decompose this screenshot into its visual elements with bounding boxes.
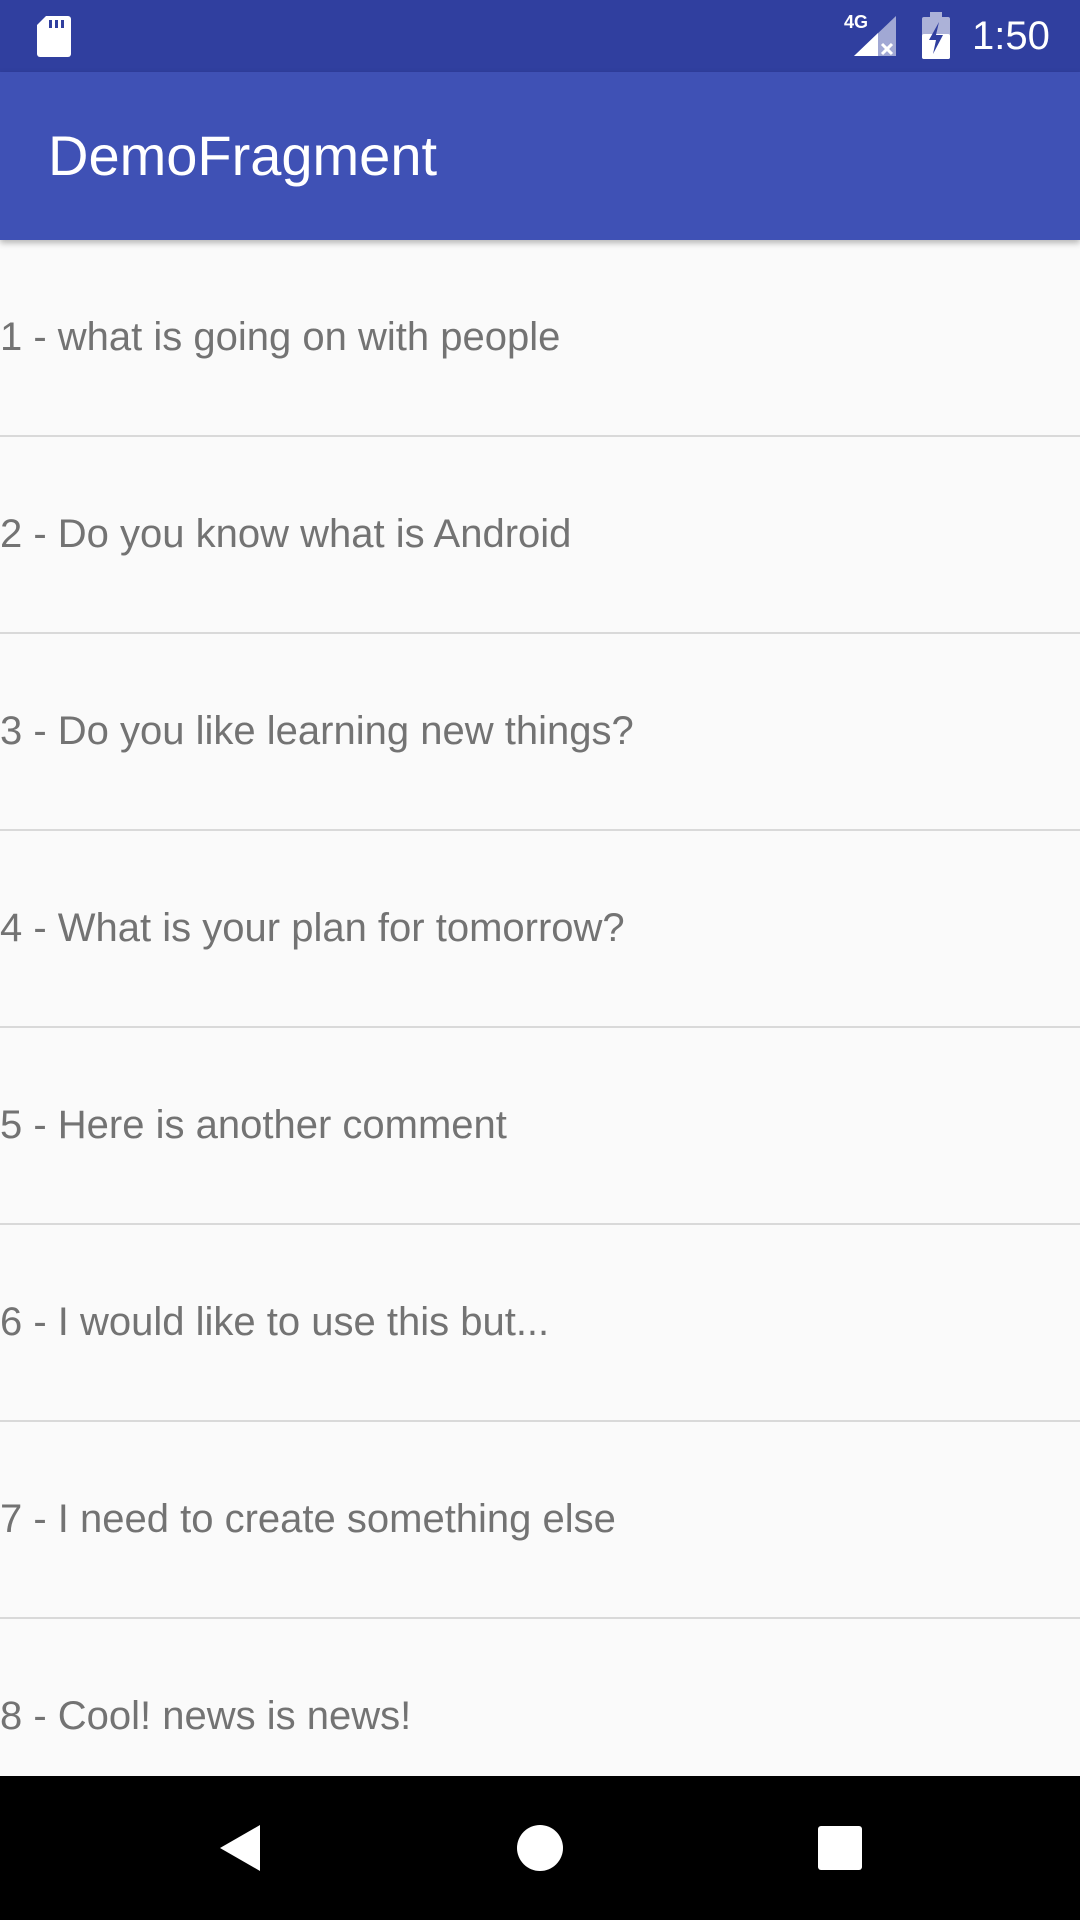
recents-icon xyxy=(818,1826,862,1870)
toolbar-title: DemoFragment xyxy=(48,124,438,187)
back-button[interactable] xyxy=(204,1812,276,1884)
list-item[interactable]: 3 - Do you like learning new things? xyxy=(0,634,1080,831)
list-item-label: 8 - Cool! news is news! xyxy=(0,1694,412,1738)
status-bar: 4G 1:50 xyxy=(0,0,1080,72)
list-item-label: 1 - what is going on with people xyxy=(0,315,561,359)
sd-card-icon xyxy=(37,16,71,57)
signal-icon: 4G xyxy=(844,12,896,56)
recents-button[interactable] xyxy=(804,1812,876,1884)
list-item[interactable]: 7 - I need to create something else xyxy=(0,1422,1080,1619)
app-toolbar: DemoFragment xyxy=(0,72,1080,240)
list-item[interactable]: 5 - Here is another comment xyxy=(0,1028,1080,1225)
home-icon xyxy=(517,1825,563,1871)
list-item-label: 7 - I need to create something else xyxy=(0,1497,616,1541)
app-screen: 4G 1:50 DemoFragment 1 - what is going o… xyxy=(0,0,1080,1920)
list-item-label: 5 - Here is another comment xyxy=(0,1103,507,1147)
system-nav-bar xyxy=(0,1776,1080,1920)
status-clock: 1:50 xyxy=(972,14,1050,58)
back-icon xyxy=(220,1825,260,1871)
battery-icon xyxy=(922,12,950,59)
home-button[interactable] xyxy=(504,1812,576,1884)
network-type-label: 4G xyxy=(844,12,868,32)
comment-list[interactable]: 1 - what is going on with people 2 - Do … xyxy=(0,240,1080,1776)
list-item[interactable]: 2 - Do you know what is Android xyxy=(0,437,1080,634)
list-item-label: 3 - Do you like learning new things? xyxy=(0,709,634,753)
list-item-label: 4 - What is your plan for tomorrow? xyxy=(0,906,625,950)
list-item[interactable]: 6 - I would like to use this but... xyxy=(0,1225,1080,1422)
list-item-label: 6 - I would like to use this but... xyxy=(0,1300,550,1344)
list-item-label: 2 - Do you know what is Android xyxy=(0,512,572,556)
list-item[interactable]: 8 - Cool! news is news! xyxy=(0,1619,1080,1776)
list-item[interactable]: 4 - What is your plan for tomorrow? xyxy=(0,831,1080,1028)
list-item[interactable]: 1 - what is going on with people xyxy=(0,240,1080,437)
